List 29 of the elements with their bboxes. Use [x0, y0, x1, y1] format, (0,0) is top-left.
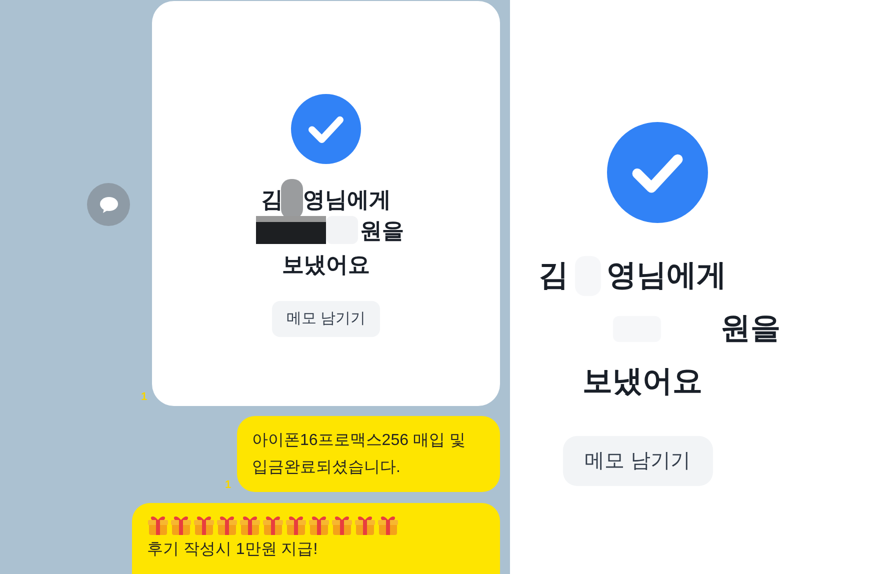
gift-icon: [216, 514, 238, 536]
gift-icon: [377, 514, 399, 536]
gift-icon: [285, 514, 307, 536]
unread-count: 1: [141, 390, 148, 405]
gift-icon: [262, 514, 284, 536]
gift-icon: [193, 514, 215, 536]
message-text: 후기 작성시 1만원 지급!: [147, 540, 319, 560]
gift-icon: [170, 514, 192, 536]
recipient-text: 영님에게: [606, 258, 726, 294]
sent-text: 보냈어요: [282, 251, 370, 279]
gift-icon: [147, 514, 169, 536]
memo-button[interactable]: 메모 남기기: [272, 301, 380, 337]
message-text: 입금완료되셨습니다.: [252, 458, 402, 478]
message-text: 아이폰16프로맥스256 매입 및: [252, 431, 466, 451]
amount-text: 원을: [360, 216, 404, 244]
amount-text: 원을: [720, 311, 780, 347]
unread-count: 1: [225, 478, 232, 493]
chat-bubble-icon: [87, 183, 130, 226]
memo-button[interactable]: 메모 남기기: [562, 436, 712, 486]
gift-icon: [354, 514, 376, 536]
recipient-text: 김: [538, 258, 568, 294]
check-icon: [607, 122, 708, 223]
recipient-text: 김: [261, 186, 283, 214]
gift-icon: [331, 514, 353, 536]
check-icon: [291, 94, 361, 164]
gift-icon: [239, 514, 261, 536]
sent-text: 보냈어요: [582, 364, 702, 400]
gift-icon: [308, 514, 330, 536]
recipient-text: 영님에게: [303, 186, 391, 214]
